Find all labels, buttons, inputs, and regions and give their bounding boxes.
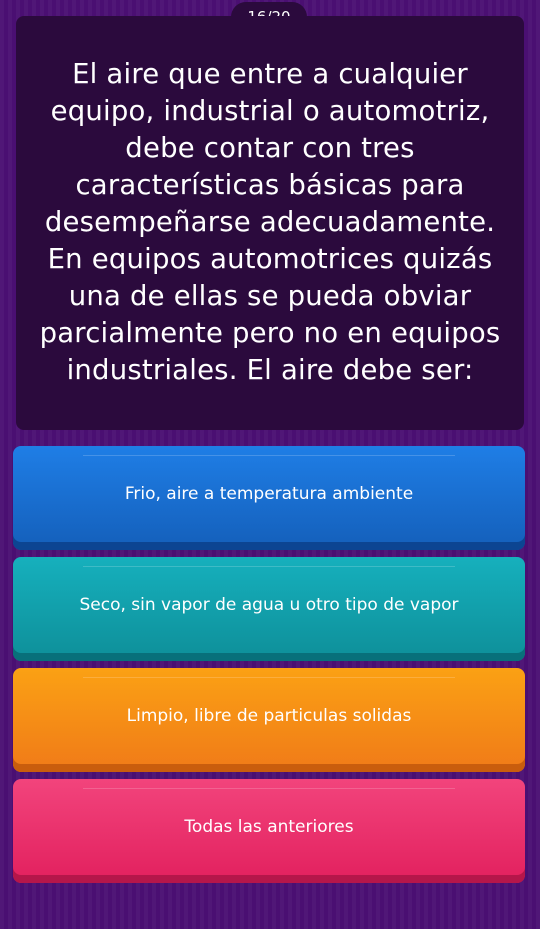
answer-option-3[interactable]: Limpio, libre de particulas solidas bbox=[13, 668, 525, 772]
answer-option-1[interactable]: Frio, aire a temperatura ambiente bbox=[13, 446, 525, 550]
answer-option-2[interactable]: Seco, sin vapor de agua u otro tipo de v… bbox=[13, 557, 525, 661]
question-card: El aire que entre a cualquier equipo, in… bbox=[16, 16, 524, 430]
question-text: El aire que entre a cualquier equipo, in… bbox=[39, 58, 501, 386]
answer-option-4-label: Todas las anteriores bbox=[184, 817, 354, 837]
answer-option-2-label: Seco, sin vapor de agua u otro tipo de v… bbox=[79, 595, 459, 615]
answer-option-1-label: Frio, aire a temperatura ambiente bbox=[124, 484, 414, 504]
answer-option-3-label: Limpio, libre de particulas solidas bbox=[126, 706, 412, 726]
answer-option-4[interactable]: Todas las anteriores bbox=[13, 779, 525, 883]
